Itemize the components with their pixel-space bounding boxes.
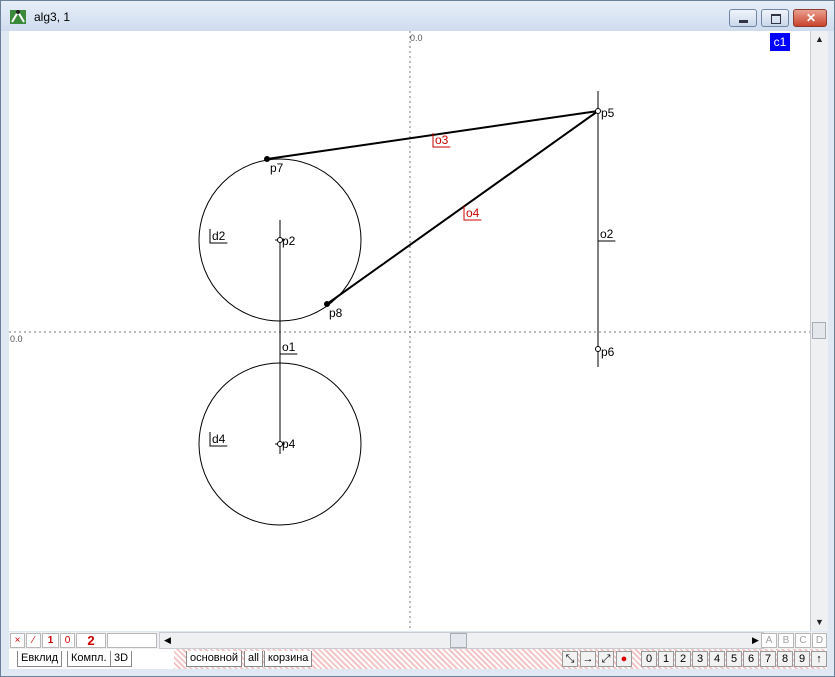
- app-icon: [10, 10, 26, 24]
- app-window: alg3, 1 ✕ 0.0 0.0 p2 p4 p5 p6 p7 p8 d2 d4 o1 o2 o3…: [0, 0, 835, 677]
- point-tool-icon[interactable]: ●: [616, 651, 632, 667]
- tab-complex[interactable]: Компл.: [67, 651, 111, 667]
- arrow-tool-icon[interactable]: →: [580, 651, 596, 667]
- vector-tool-icon[interactable]: ⤢: [598, 651, 614, 667]
- label-p8[interactable]: p8: [329, 306, 343, 320]
- tab-bar: Евклид Компл. 3D основной all корзина ⤡ …: [9, 649, 827, 669]
- geometry-svg[interactable]: 0.0 0.0 p2 p4 p5 p6 p7 p8 d2 d4 o1 o2 o3 o4: [9, 31, 810, 631]
- line-o4[interactable]: [326, 110, 599, 305]
- x-axis-label: 0.0: [10, 334, 23, 344]
- label-p7[interactable]: p7: [270, 161, 284, 175]
- number-button-8[interactable]: 8: [777, 651, 793, 667]
- restore-icon: [771, 14, 781, 24]
- horizontal-scroll-thumb[interactable]: [450, 633, 467, 648]
- mode-0-button[interactable]: 0: [60, 633, 75, 648]
- close-button[interactable]: ✕: [793, 9, 827, 27]
- column-c-button[interactable]: C: [795, 633, 811, 648]
- status-toolbar: × ⁄ 1 0 2 ◀ ▶ A B C D: [9, 632, 827, 649]
- status-field: [107, 633, 157, 648]
- label-d4[interactable]: d4: [212, 432, 226, 446]
- level-indicator[interactable]: 2: [76, 633, 106, 648]
- scroll-up-icon[interactable]: ▲: [811, 31, 828, 48]
- delete-button[interactable]: ×: [10, 633, 25, 648]
- number-button-7[interactable]: 7: [760, 651, 776, 667]
- point-p7[interactable]: [264, 156, 270, 162]
- label-o1[interactable]: o1: [282, 340, 296, 354]
- minimize-icon: [739, 20, 748, 23]
- label-p4[interactable]: p4: [282, 437, 296, 451]
- column-a-button[interactable]: A: [761, 633, 777, 648]
- corner-badge[interactable]: c1: [770, 33, 790, 51]
- label-d2[interactable]: d2: [212, 229, 226, 243]
- number-button-3[interactable]: 3: [692, 651, 708, 667]
- tab-all[interactable]: all: [244, 651, 264, 667]
- point-p6[interactable]: [595, 346, 601, 352]
- vertical-scrollbar[interactable]: ▲ ▼: [810, 31, 828, 631]
- restore-button[interactable]: [761, 9, 789, 27]
- vertical-scroll-thumb[interactable]: [812, 322, 826, 339]
- title-bar: alg3, 1 ✕: [1, 1, 834, 31]
- tab-euclid[interactable]: Евклид: [17, 651, 63, 667]
- segment-tool-icon[interactable]: ⤡: [562, 651, 578, 667]
- label-o3[interactable]: o3: [435, 133, 449, 147]
- label-o2[interactable]: o2: [600, 227, 614, 241]
- window-title: alg3, 1: [34, 10, 71, 24]
- number-button-5[interactable]: 5: [726, 651, 742, 667]
- drawing-canvas[interactable]: 0.0 0.0 p2 p4 p5 p6 p7 p8 d2 d4 o1 o2 o3 o4 c1: [9, 31, 810, 631]
- scroll-left-icon[interactable]: ◀: [160, 633, 175, 648]
- number-button-1[interactable]: 1: [658, 651, 674, 667]
- number-button-9[interactable]: 9: [794, 651, 810, 667]
- label-p2[interactable]: p2: [282, 234, 296, 248]
- tab-trash[interactable]: корзина: [264, 651, 313, 667]
- tab-main[interactable]: основной: [186, 651, 242, 667]
- column-b-button[interactable]: B: [778, 633, 794, 648]
- close-icon: ✕: [806, 11, 817, 25]
- horizontal-scrollbar[interactable]: ◀ ▶: [159, 632, 764, 649]
- number-button-2[interactable]: 2: [675, 651, 691, 667]
- point-p5[interactable]: [595, 108, 601, 114]
- minimize-button[interactable]: [729, 9, 757, 27]
- scroll-down-icon[interactable]: ▼: [811, 614, 828, 631]
- y-axis-label: 0.0: [410, 33, 423, 43]
- line-mode-button[interactable]: ⁄: [26, 633, 41, 648]
- tab-3d[interactable]: 3D: [110, 651, 133, 667]
- label-p6[interactable]: p6: [601, 345, 615, 359]
- label-o4[interactable]: o4: [466, 206, 480, 220]
- number-button-0[interactable]: 0: [641, 651, 657, 667]
- up-arrow-icon[interactable]: ↑: [811, 651, 827, 667]
- number-button-6[interactable]: 6: [743, 651, 759, 667]
- column-d-button[interactable]: D: [812, 633, 827, 648]
- label-p5[interactable]: p5: [601, 106, 615, 120]
- mode-1-button[interactable]: 1: [42, 633, 59, 648]
- number-button-4[interactable]: 4: [709, 651, 725, 667]
